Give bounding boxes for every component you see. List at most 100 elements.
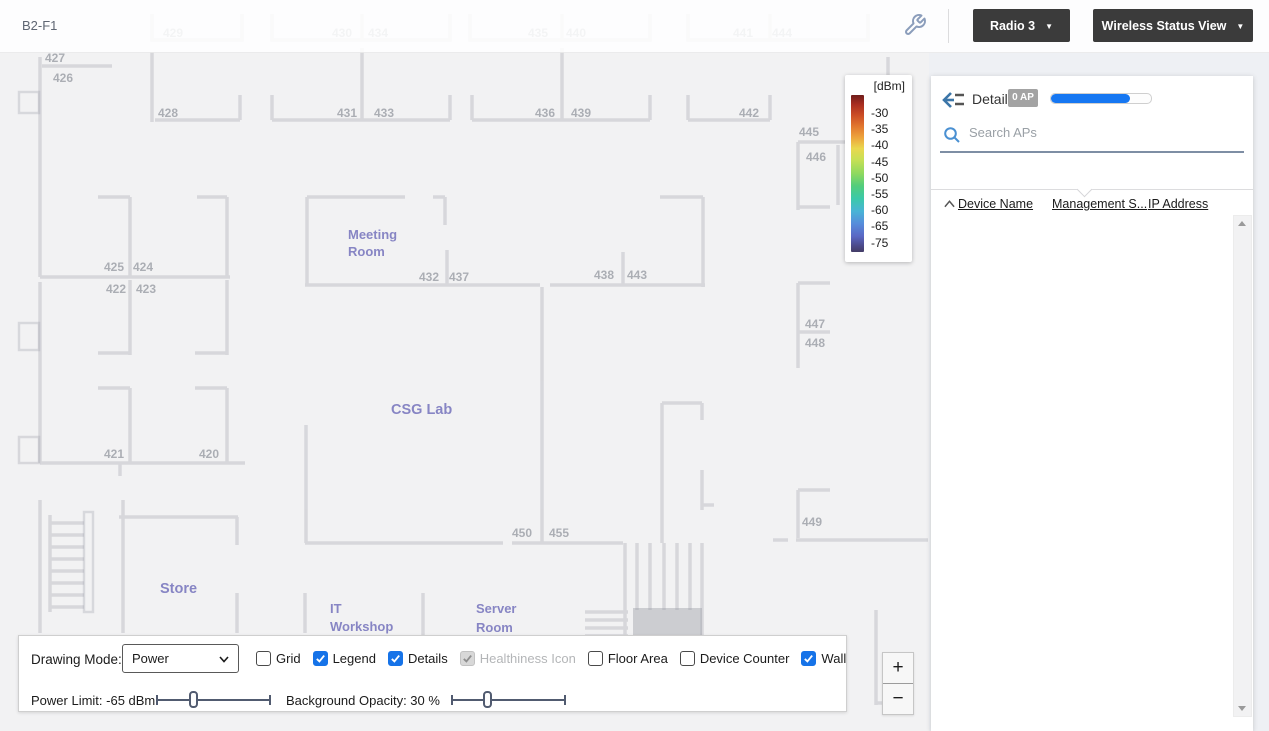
room-number-label: 446 (806, 150, 826, 164)
room-number-label: 422 (106, 282, 126, 296)
legend-title: [dBm] (873, 79, 905, 93)
checkbox-details[interactable]: Details (387, 651, 448, 666)
radio-dropdown-button[interactable]: Radio 3 ▼ (973, 9, 1070, 42)
details-panel: Details 0 AP Device NameManagement S...I… (931, 76, 1253, 731)
chevron-down-icon: ▼ (1045, 22, 1054, 31)
search-underline (940, 151, 1244, 153)
room-number-label: 445 (799, 125, 819, 139)
background-opacity-slider-thumb[interactable] (482, 691, 492, 708)
drawing-mode-value: Power (132, 651, 169, 666)
column-header-ip-address[interactable]: IP Address (1148, 197, 1208, 211)
checkbox-box[interactable] (256, 651, 271, 666)
ap-count-badge: 0 AP (1008, 89, 1038, 107)
room-number-label: 447 (805, 317, 825, 331)
door-rect (17, 435, 41, 465)
legend-tick: -55 (871, 186, 889, 201)
drawing-toolbar: Drawing Mode: Power Grid Legend Details Hea… (18, 635, 847, 712)
room-number-label: 424 (133, 260, 153, 274)
room-name-label: Store (160, 581, 197, 597)
legend-tick-labels: -30 -35 -40 -45 -50 -55 -60 -65 -75 (871, 105, 888, 251)
checkbox-label: Grid (276, 651, 301, 666)
radio-dropdown-label: Radio 3 (989, 18, 1036, 33)
checkbox-device-counter[interactable]: Device Counter (679, 651, 790, 666)
background-opacity-label: Background Opacity: 30 % (286, 693, 440, 708)
sort-caret-icon (944, 200, 955, 208)
checkbox-box[interactable] (801, 651, 817, 666)
checkbox-box (459, 651, 475, 666)
zoom-out-button[interactable]: − (883, 684, 913, 714)
collapse-panel-icon[interactable] (942, 88, 966, 112)
search-input[interactable] (967, 124, 1191, 141)
room-number-label: 431 (337, 106, 357, 120)
room-number-label: 420 (199, 447, 219, 461)
checkbox-floor-area[interactable]: Floor Area (587, 651, 668, 666)
floor-plan-map[interactable]: 4294304344354404414444274264284314334364… (0, 0, 929, 731)
checkbox-healthiness-icon: Healthiness Icon (459, 651, 576, 666)
power-limit-slider-thumb[interactable] (188, 691, 198, 708)
view-dropdown-label: Wireless Status View (1101, 18, 1227, 33)
chevron-down-icon (219, 656, 229, 663)
background-opacity-slider[interactable] (451, 691, 566, 709)
chevron-down-icon: ▼ (1236, 22, 1245, 31)
checkbox-box[interactable] (312, 651, 328, 666)
room-name-label: Room (476, 620, 513, 635)
legend-tick: -30 (871, 106, 889, 120)
room-number-label: 438 (594, 268, 614, 282)
column-header-device-name[interactable]: Device Name (958, 197, 1033, 211)
app-window: 4294304344354404414444274264284314334364… (0, 0, 1269, 731)
right-panel-region: Details 0 AP Device NameManagement S...I… (929, 0, 1269, 731)
toolbar-checkbox-row: Grid Legend Details Healthiness Icon Floor A… (256, 644, 846, 673)
room-number-label: 448 (805, 336, 825, 350)
map-zoom-controls: + − (882, 652, 914, 715)
view-dropdown-button[interactable]: Wireless Status View ▼ (1093, 9, 1253, 42)
door-rect (17, 321, 41, 352)
scroll-down-icon[interactable] (1238, 706, 1246, 711)
room-number-label: 423 (136, 282, 156, 296)
top-bar: B2-F1 Radio 3 ▼ Wireless Status View ▼ (0, 0, 1269, 53)
check-icon (391, 654, 400, 663)
wrench-icon[interactable] (903, 13, 927, 37)
legend-tick: -45 (871, 154, 889, 169)
room-number-label: 432 (419, 270, 439, 284)
legend-tick: -40 (871, 138, 889, 153)
room-name-label: Meeting (348, 227, 397, 242)
checkbox-wall[interactable]: Wall (801, 651, 846, 666)
room-number-label: 421 (104, 447, 124, 461)
legend-gradient-bar (851, 95, 864, 252)
floor-plan: 4294304344354404414444274264284314334364… (17, 14, 928, 705)
checkbox-legend[interactable]: Legend (312, 651, 376, 666)
drawing-mode-select[interactable]: Power (122, 644, 239, 673)
room-number-label: 439 (571, 106, 591, 120)
checkbox-grid[interactable]: Grid (256, 651, 301, 666)
power-limit-slider[interactable] (156, 691, 271, 709)
checkbox-label: Details (407, 651, 448, 666)
room-number-label: 428 (158, 106, 178, 120)
legend-tick: -35 (871, 122, 889, 137)
legend-tick: -65 (871, 219, 889, 234)
room-number-label: 442 (739, 106, 759, 120)
check-icon (804, 654, 814, 663)
zoom-in-button[interactable]: + (883, 653, 913, 684)
panel-scrollbar[interactable] (1233, 215, 1252, 717)
room-number-label: 436 (535, 106, 555, 120)
check-icon (462, 654, 472, 663)
room-number-label: 449 (802, 515, 822, 529)
checkbox-box[interactable] (387, 651, 403, 666)
checkbox-box[interactable] (679, 651, 695, 666)
column-header-management-s[interactable]: Management S... (1052, 197, 1147, 211)
checkbox-box[interactable] (587, 651, 603, 666)
progress-bar (1050, 93, 1152, 104)
checkbox-label: Legend (332, 651, 376, 666)
drawing-mode-label: Drawing Mode: (31, 652, 122, 667)
power-limit-label: Power Limit: -65 dBm (31, 693, 156, 708)
room-number-label: 433 (374, 106, 394, 120)
scroll-up-icon[interactable] (1238, 221, 1246, 226)
top-bar-divider (948, 9, 949, 43)
header-notch (1076, 181, 1093, 198)
dbm-legend: [dBm] -30 -35 -40 -45 -50 -55 -60 -65 -75 (845, 75, 912, 262)
checkbox-label: Device Counter (699, 651, 790, 666)
search-icon (944, 127, 960, 143)
room-number-label: 427 (45, 51, 65, 65)
room-number-label: 437 (449, 270, 469, 284)
room-number-label: 425 (104, 260, 124, 274)
